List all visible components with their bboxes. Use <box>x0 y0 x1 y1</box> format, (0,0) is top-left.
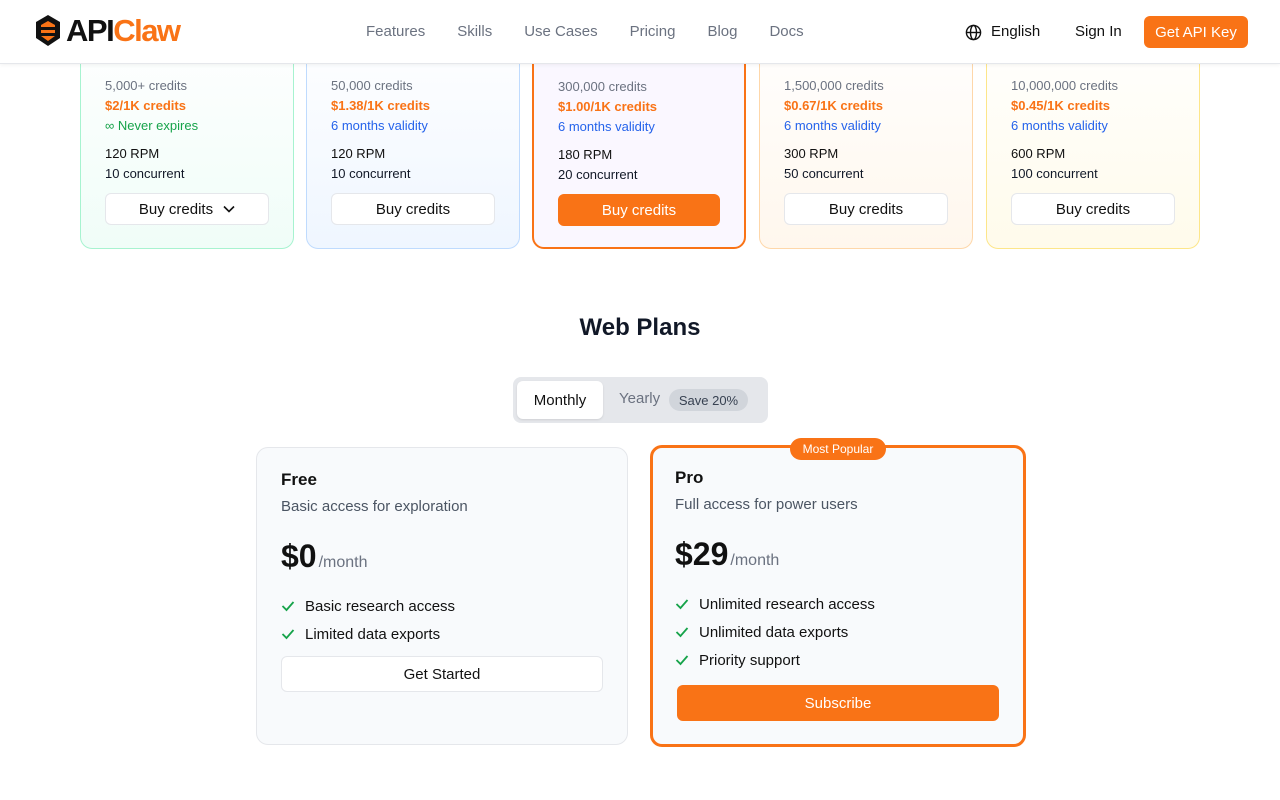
feature-item: Unlimited research access <box>675 590 875 618</box>
monthly-toggle-option[interactable]: Monthly <box>517 381 603 419</box>
rate-limit: 600 RPM <box>1011 146 1066 161</box>
plan-card-pro: Pro Full access for power users $29 /mon… <box>650 445 1026 747</box>
plan-card-free: Free Basic access for exploration $0 /mo… <box>256 447 628 745</box>
top-navbar: APIClaw Features Skills Use Cases Pricin… <box>0 0 1280 64</box>
globe-icon <box>965 24 982 40</box>
feature-list: Unlimited research access Unlimited data… <box>675 590 875 674</box>
nav-link-pricing[interactable]: Pricing <box>630 22 676 42</box>
plan-price: $29 /month <box>675 536 779 573</box>
sign-in-link[interactable]: Sign In <box>1075 22 1122 42</box>
price-amount: $29 <box>675 536 729 572</box>
claw-logo-icon <box>36 15 60 46</box>
get-started-button[interactable]: Get Started <box>281 656 603 692</box>
feature-item: Priority support <box>675 646 875 674</box>
feature-item: Basic research access <box>281 592 455 620</box>
plan-description: Full access for power users <box>675 496 858 513</box>
nav-link-docs[interactable]: Docs <box>769 22 803 42</box>
credits-price: $2/1K credits <box>105 98 186 113</box>
billing-period-toggle: Monthly Yearly Save 20% <box>513 377 768 423</box>
credits-price: $0.67/1K credits <box>784 98 884 113</box>
save-badge: Save 20% <box>669 389 748 411</box>
price-period: /month <box>730 552 780 569</box>
chevron-down-icon <box>223 205 235 213</box>
credits-validity: 6 months validity <box>784 118 881 133</box>
buy-credits-button[interactable]: Buy credits <box>105 193 269 225</box>
credits-price: $0.45/1K credits <box>1011 98 1111 113</box>
plan-name: Free <box>281 470 317 489</box>
credits-validity: 6 months validity <box>331 118 428 133</box>
logo[interactable]: APIClaw <box>34 13 181 48</box>
nav-link-blog[interactable]: Blog <box>707 22 737 42</box>
plan-name: Pro <box>675 468 704 487</box>
language-selector[interactable]: English <box>965 22 1040 42</box>
rate-limit: 300 RPM <box>784 146 839 161</box>
buy-credits-button[interactable]: Buy credits <box>784 193 948 225</box>
web-plans-heading: Web Plans <box>579 314 701 341</box>
credits-amount: 10,000,000 credits <box>1011 78 1118 93</box>
buy-credits-button[interactable]: Buy credits <box>1011 193 1175 225</box>
credits-amount: 300,000 credits <box>558 79 647 94</box>
nav-links: Features Skills Use Cases Pricing Blog D… <box>350 22 820 42</box>
credits-amount: 50,000 credits <box>331 78 413 93</box>
check-icon <box>675 599 689 610</box>
rate-limit: 120 RPM <box>105 146 160 161</box>
plan-description: Basic access for exploration <box>281 498 468 515</box>
yearly-toggle-option[interactable]: Yearly <box>619 390 660 407</box>
check-icon <box>281 629 295 640</box>
rate-limit: 180 RPM <box>558 147 613 162</box>
credits-amount: 1,500,000 credits <box>784 78 884 93</box>
nav-link-use-cases[interactable]: Use Cases <box>524 22 597 42</box>
credits-price: $1.00/1K credits <box>558 99 658 114</box>
feature-list: Basic research access Limited data expor… <box>281 592 455 648</box>
concurrency-limit: 20 concurrent <box>558 167 638 182</box>
subscribe-button[interactable]: Subscribe <box>677 685 999 721</box>
price-period: /month <box>318 554 368 571</box>
concurrency-limit: 100 concurrent <box>1011 166 1098 181</box>
nav-link-features[interactable]: Features <box>366 22 425 42</box>
credits-validity: ∞ Never expires <box>105 118 199 133</box>
credits-validity: 6 months validity <box>1011 118 1108 133</box>
credits-price: $1.38/1K credits <box>331 98 431 113</box>
check-icon <box>281 601 295 612</box>
buy-credits-label: Buy credits <box>138 200 214 218</box>
price-amount: $0 <box>281 538 317 574</box>
rate-limit: 120 RPM <box>331 146 386 161</box>
feature-item: Unlimited data exports <box>675 618 875 646</box>
buy-credits-button[interactable]: Buy credits <box>558 194 720 226</box>
credits-amount: 5,000+ credits <box>105 78 188 93</box>
credits-validity: 6 months validity <box>558 119 655 134</box>
feature-item: Limited data exports <box>281 620 455 648</box>
concurrency-limit: 50 concurrent <box>784 166 864 181</box>
language-label: English <box>991 23 1041 40</box>
concurrency-limit: 10 concurrent <box>331 166 411 181</box>
most-popular-badge: Most Popular <box>790 438 886 460</box>
nav-link-skills[interactable]: Skills <box>457 22 492 42</box>
plan-price: $0 /month <box>281 538 368 575</box>
concurrency-limit: 10 concurrent <box>105 166 185 181</box>
buy-credits-button[interactable]: Buy credits <box>331 193 495 225</box>
brand-name: APIClaw <box>66 13 181 48</box>
check-icon <box>675 627 689 638</box>
get-api-key-button[interactable]: Get API Key <box>1144 16 1248 48</box>
check-icon <box>675 655 689 666</box>
